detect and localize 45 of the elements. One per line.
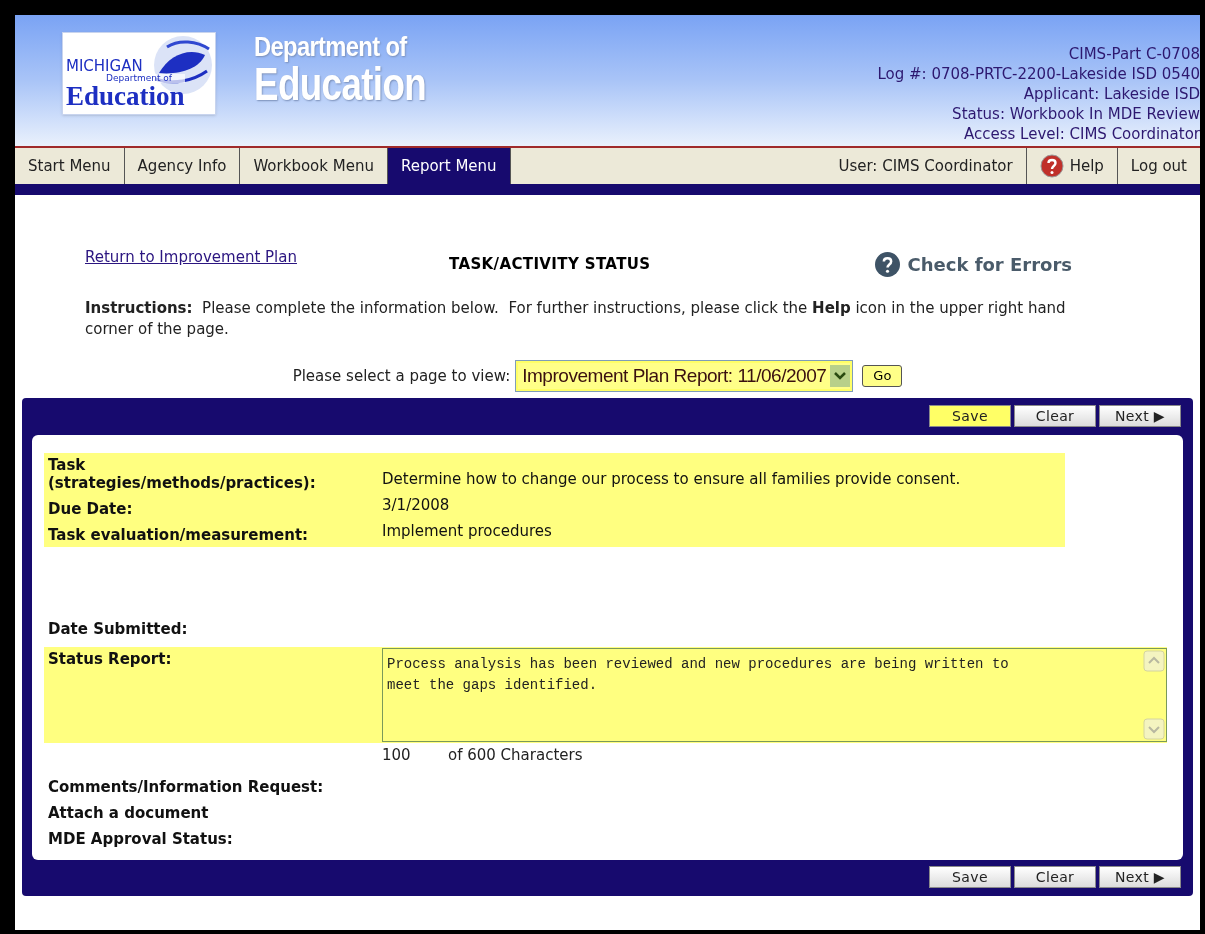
field-label: Comments/Information Request:: [47, 777, 325, 798]
page-select-label: Please select a page to view:: [292, 365, 511, 387]
field-value: Implement procedures: [382, 521, 552, 542]
logo-department-text: Department of: [106, 74, 185, 83]
scrollbar[interactable]: [1142, 648, 1166, 741]
character-limit: of 600 Characters: [448, 744, 583, 766]
toolbar-button[interactable]: Clear: [1014, 405, 1096, 427]
user-label: User: CIMS Coordinator: [837, 155, 1014, 177]
help-icon: [1039, 154, 1064, 178]
toolbar-button[interactable]: Save: [929, 405, 1011, 427]
check-errors-link[interactable]: Check for Errors: [874, 251, 1072, 278]
dropdown-icon: [830, 365, 851, 387]
site-title: Department of: [254, 33, 409, 61]
toolbar-button[interactable]: Next ▶: [1099, 866, 1181, 888]
scroll-down-icon[interactable]: [1143, 717, 1165, 740]
scroll-up-icon[interactable]: [1143, 649, 1165, 672]
logo-education-text: Education: [66, 83, 185, 110]
field-label: MDE Approval Status:: [47, 829, 234, 850]
field-label: Task (strategies/methods/practices):: [47, 456, 317, 492]
toolbar-button[interactable]: Clear: [1014, 866, 1096, 888]
page-title: TASK/ACTIVITY STATUS: [448, 254, 651, 276]
field-label: Status Report:: [47, 648, 173, 670]
field-label: Due Date:: [47, 500, 134, 518]
help-icon: [874, 252, 900, 277]
toolbar-button[interactable]: Next ▶: [1099, 405, 1181, 427]
workbook-info: Applicant: Lakeside ISD: [1023, 84, 1200, 104]
workbook-info: Status: Workbook In MDE Review: [952, 104, 1200, 124]
field-label: Date Submitted:: [48, 620, 188, 638]
return-link[interactable]: Return to Improvement Plan: [85, 246, 297, 269]
site-title: Education: [254, 61, 427, 107]
field-label: Attach a document: [47, 803, 210, 824]
toolbar-button[interactable]: Save: [929, 866, 1011, 888]
logo-state-text: MICHIGAN: [66, 59, 143, 74]
status-report-field[interactable]: Process analysis has been reviewed and new procedures are being written to meet the gaps identified.: [382, 647, 1167, 742]
nav-tab[interactable]: Report Menu: [387, 148, 511, 184]
go-button[interactable]: Go: [862, 365, 903, 387]
workbook-info: CIMS-Part C-0708: [1068, 44, 1200, 64]
page-select[interactable]: Improvement Plan Report: 11/06/2007: [516, 361, 853, 391]
field-value: Determine how to change our process to ensure all families provide consent.: [382, 469, 961, 490]
field-label: Task evaluation/measurement:: [47, 526, 310, 544]
character-count: 100: [382, 744, 412, 766]
instructions: Instructions: Please complete the information below. For further instructions, please click the Help icon in the upper right hand corner of the page.: [85, 298, 1067, 340]
field-value: 3/1/2008: [382, 495, 450, 516]
workbook-info: Access Level: CIMS Coordinator: [964, 124, 1200, 144]
workbook-info: Log #: 0708-PRTC-2200-Lakeside ISD 0540: [877, 64, 1200, 84]
